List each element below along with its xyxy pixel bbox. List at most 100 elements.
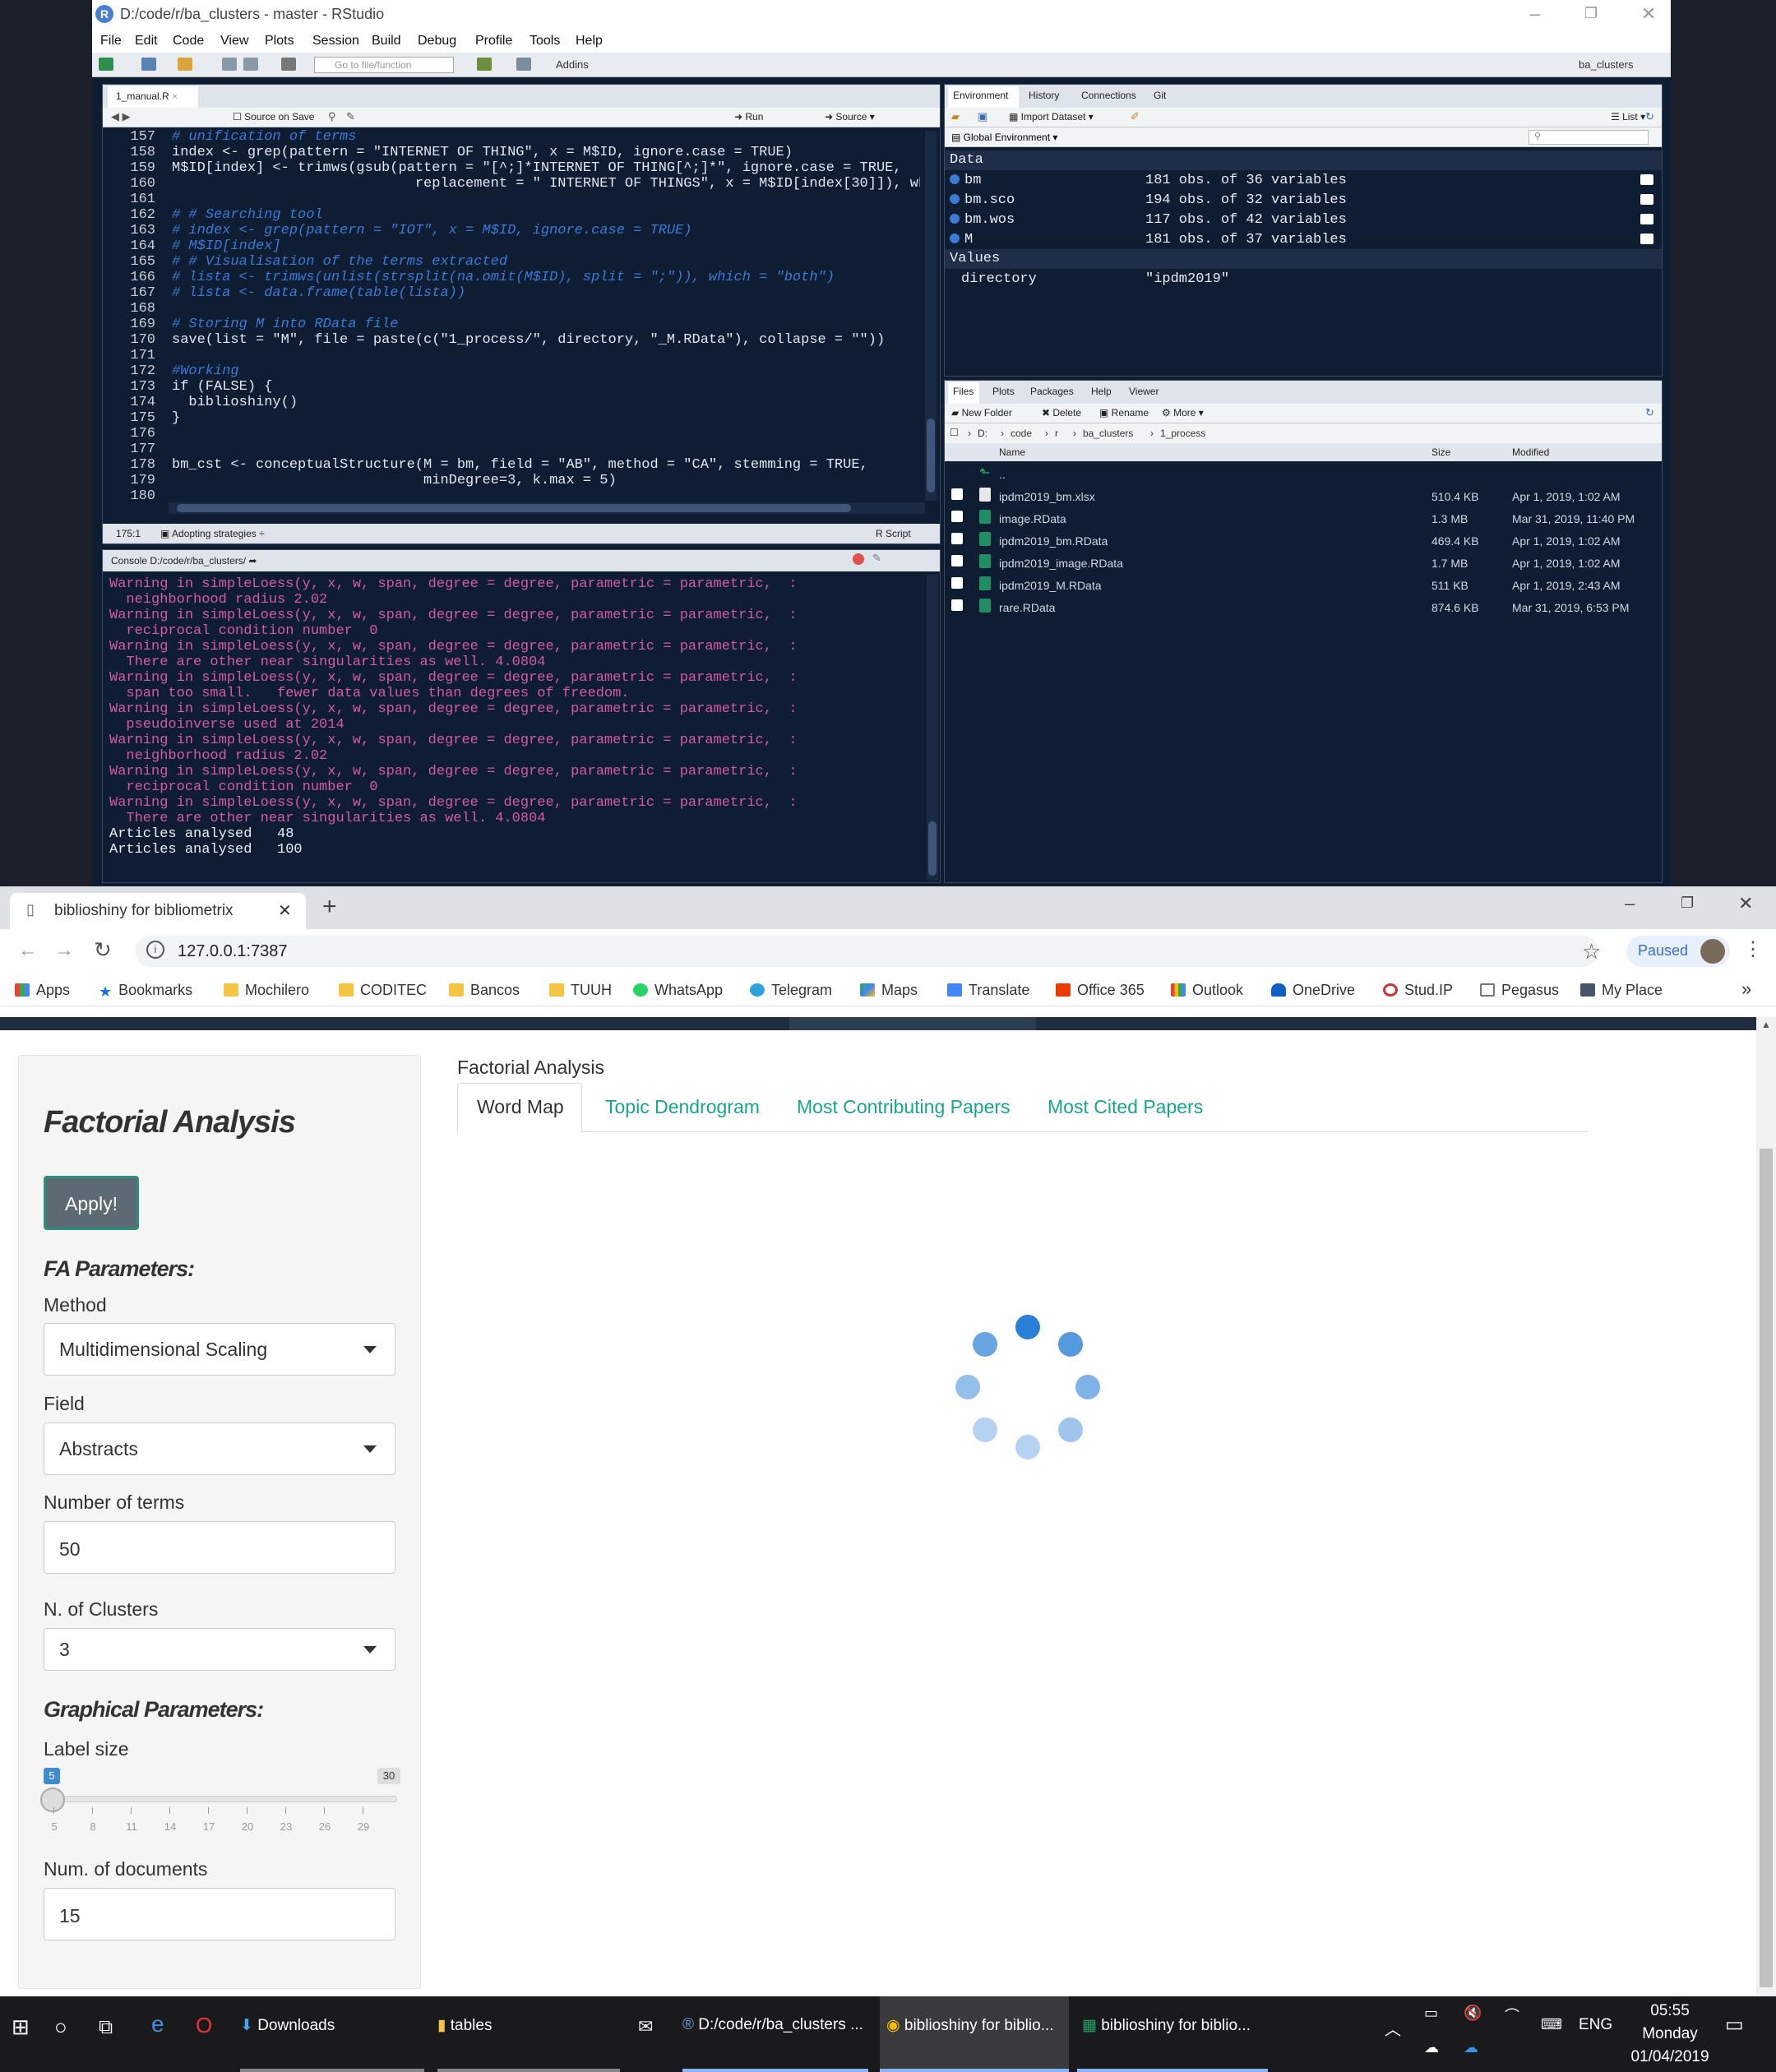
editor-tab[interactable]: 1_manual.R × xyxy=(108,86,198,108)
tab-connections[interactable]: Connections xyxy=(1081,90,1136,101)
tab-environment[interactable]: Environment xyxy=(953,90,1008,101)
close-tab-icon[interactable]: ✕ xyxy=(278,900,292,921)
bookmark-telegram[interactable]: Telegram xyxy=(750,982,832,999)
minimize-icon[interactable]: – xyxy=(1523,3,1547,25)
expand-icon[interactable] xyxy=(950,214,960,224)
tab-most-contributing[interactable]: Most Contributing Papers xyxy=(797,1096,1011,1118)
addins-menu[interactable]: Addins xyxy=(556,58,589,71)
view-list-button[interactable]: ☰ List ▾ xyxy=(1611,111,1645,123)
view-table-icon[interactable] xyxy=(1640,214,1653,224)
menu-view[interactable]: View xyxy=(220,34,248,49)
back-icon[interactable]: ◀ ▶ xyxy=(111,110,131,123)
bookmarks-overflow[interactable]: » xyxy=(1741,978,1751,1000)
mail-icon[interactable]: ✉ xyxy=(638,1996,653,2072)
menu-plots[interactable]: Plots xyxy=(265,34,294,49)
file-row[interactable]: ipdm2019_bm.RData 469.4 KB Apr 1, 2019, 1:… xyxy=(945,530,1662,552)
save-workspace-icon[interactable]: ▣ xyxy=(978,110,987,123)
search-icon[interactable]: ○ xyxy=(54,1996,67,2072)
function-navigator[interactable]: ▣ Adopting strategies ÷ xyxy=(160,528,265,539)
tab-viewer[interactable]: Viewer xyxy=(1129,386,1159,397)
files-refresh-icon[interactable]: ↻ xyxy=(1645,406,1654,419)
vcs-icon[interactable] xyxy=(477,58,492,71)
taskbar-excel[interactable]: ▦ biblioshiny for biblio... xyxy=(1077,1996,1268,2072)
menu-code[interactable]: Code xyxy=(173,34,204,49)
opera-icon[interactable]: O xyxy=(196,1996,212,2072)
tab-word-map[interactable]: Word Map xyxy=(477,1096,564,1118)
tab-help[interactable]: Help xyxy=(1091,386,1112,397)
tab-packages[interactable]: Packages xyxy=(1030,386,1074,397)
bookmark-star-icon[interactable]: ☆ xyxy=(1582,939,1601,964)
project-menu[interactable]: ba_clusters xyxy=(1579,58,1633,71)
docs-input[interactable]: 15 xyxy=(44,1888,395,1940)
editor-hscrollbar[interactable] xyxy=(169,502,925,514)
windows-start-icon[interactable]: ⊞ xyxy=(12,1996,30,2072)
load-workspace-icon[interactable]: ▰ xyxy=(951,110,960,123)
bookmark-coditec[interactable]: CODITEC xyxy=(339,982,427,999)
info-icon[interactable]: i xyxy=(146,941,164,959)
tab-plots[interactable]: Plots xyxy=(992,386,1015,397)
stop-icon[interactable] xyxy=(853,553,864,565)
view-table-icon[interactable] xyxy=(1640,174,1653,185)
slider-track[interactable] xyxy=(52,1796,397,1802)
broom-icon[interactable]: ✐ xyxy=(1131,110,1140,123)
cloud-icon[interactable]: ☁ xyxy=(1424,1996,1439,2072)
refresh-icon[interactable]: ↻ xyxy=(1645,110,1654,123)
menu-session[interactable]: Session xyxy=(312,34,359,49)
breadcrumb-item[interactable]: 1_process xyxy=(1160,428,1205,439)
more-button[interactable]: ⚙ More ▾ xyxy=(1162,407,1204,419)
new-tab-icon[interactable]: + xyxy=(322,893,337,921)
restore-icon[interactable]: ❐ xyxy=(1681,895,1694,912)
bookmark-bancos[interactable]: Bancos xyxy=(449,982,520,999)
view-table-icon[interactable] xyxy=(1640,234,1653,244)
method-select[interactable]: Multidimensional Scaling xyxy=(44,1323,395,1376)
bookmark-mochilero[interactable]: Mochilero xyxy=(224,982,309,999)
bookmark-tuuh[interactable]: TUUH xyxy=(549,982,612,999)
clear-console-icon[interactable]: ✎ xyxy=(872,552,881,565)
clock[interactable]: 05:55 Monday 01/04/2019 xyxy=(1625,2000,1715,2072)
file-row[interactable]: ipdm2019_image.RData 1.7 MB Apr 1, 2019, 1… xyxy=(945,552,1662,574)
expand-icon[interactable] xyxy=(950,234,960,243)
menu-build[interactable]: Build xyxy=(372,34,401,49)
breadcrumb-item[interactable]: r xyxy=(1055,428,1058,439)
source-on-save-checkbox[interactable]: ☐ Source on Save xyxy=(233,111,314,123)
bookmark-myplace[interactable]: My Place xyxy=(1580,982,1663,999)
menu-help[interactable]: Help xyxy=(576,34,603,49)
bookmark-studip[interactable]: Stud.IP xyxy=(1383,982,1453,999)
new-folder-button[interactable]: ▰ New Folder xyxy=(951,407,1012,419)
goto-file-input[interactable]: Go to file/function xyxy=(314,57,454,73)
browser-tab[interactable]: ▯ biblioshiny for bibliometrix ✕ xyxy=(10,893,306,929)
keyboard-icon[interactable]: ⌨ xyxy=(1541,1996,1562,2072)
bookmark-onedrive[interactable]: OneDrive xyxy=(1271,982,1355,999)
col-name[interactable]: Name xyxy=(999,446,1025,458)
close-tab-icon[interactable]: × xyxy=(172,90,178,102)
new-project-icon[interactable] xyxy=(141,58,156,71)
tab-history[interactable]: History xyxy=(1029,90,1059,101)
field-select[interactable]: Abstracts xyxy=(44,1422,395,1475)
bookmark-pegasus[interactable]: Pegasus xyxy=(1480,982,1559,999)
bookmark-outlook[interactable]: Outlook xyxy=(1171,982,1243,999)
taskbar-tables[interactable]: ▮ tables xyxy=(437,1996,620,2072)
notifications-icon[interactable]: ▭ xyxy=(1725,1996,1744,2072)
file-row[interactable]: rare.RData 874.6 KB Mar 31, 2019, 6:53 PM xyxy=(945,596,1662,618)
editor-scrollbar[interactable] xyxy=(925,131,937,501)
scroll-up-icon[interactable]: ▲ xyxy=(1761,1019,1771,1030)
code-editor[interactable]: # unification of terms index <- grep(patt… xyxy=(172,129,920,502)
close-icon[interactable]: ✕ xyxy=(1738,893,1753,914)
file-row[interactable]: image.RData 1.3 MB Mar 31, 2019, 11:40 PM xyxy=(945,507,1662,530)
taskbar-chrome[interactable]: ◉ biblioshiny for biblio... xyxy=(880,1996,1069,2072)
delete-button[interactable]: ✖ Delete xyxy=(1042,407,1081,419)
import-dataset-button[interactable]: ▦ Import Dataset ▾ xyxy=(1009,111,1094,123)
wand-icon[interactable]: ✎ xyxy=(346,110,355,123)
address-bar[interactable]: i 127.0.0.1:7387 xyxy=(135,936,1598,967)
env-search-input[interactable]: ⚲ xyxy=(1529,130,1649,145)
bookmark-bookmarks[interactable]: ★ Bookmarks xyxy=(99,982,192,1000)
breadcrumb-item[interactable]: D: xyxy=(978,428,987,439)
task-view-icon[interactable]: ⧉ xyxy=(99,1996,113,2072)
bookmark-apps[interactable]: Apps xyxy=(15,982,70,999)
bookmark-maps[interactable]: Maps xyxy=(860,982,918,999)
find-icon[interactable]: ⚲ xyxy=(328,110,336,123)
profile-paused-button[interactable]: Paused xyxy=(1626,936,1730,967)
file-checkbox[interactable] xyxy=(951,599,963,611)
env-data-row[interactable]: bm 181 obs. of 36 variables xyxy=(945,170,1662,190)
language-indicator[interactable]: ENG xyxy=(1579,1996,1612,2072)
